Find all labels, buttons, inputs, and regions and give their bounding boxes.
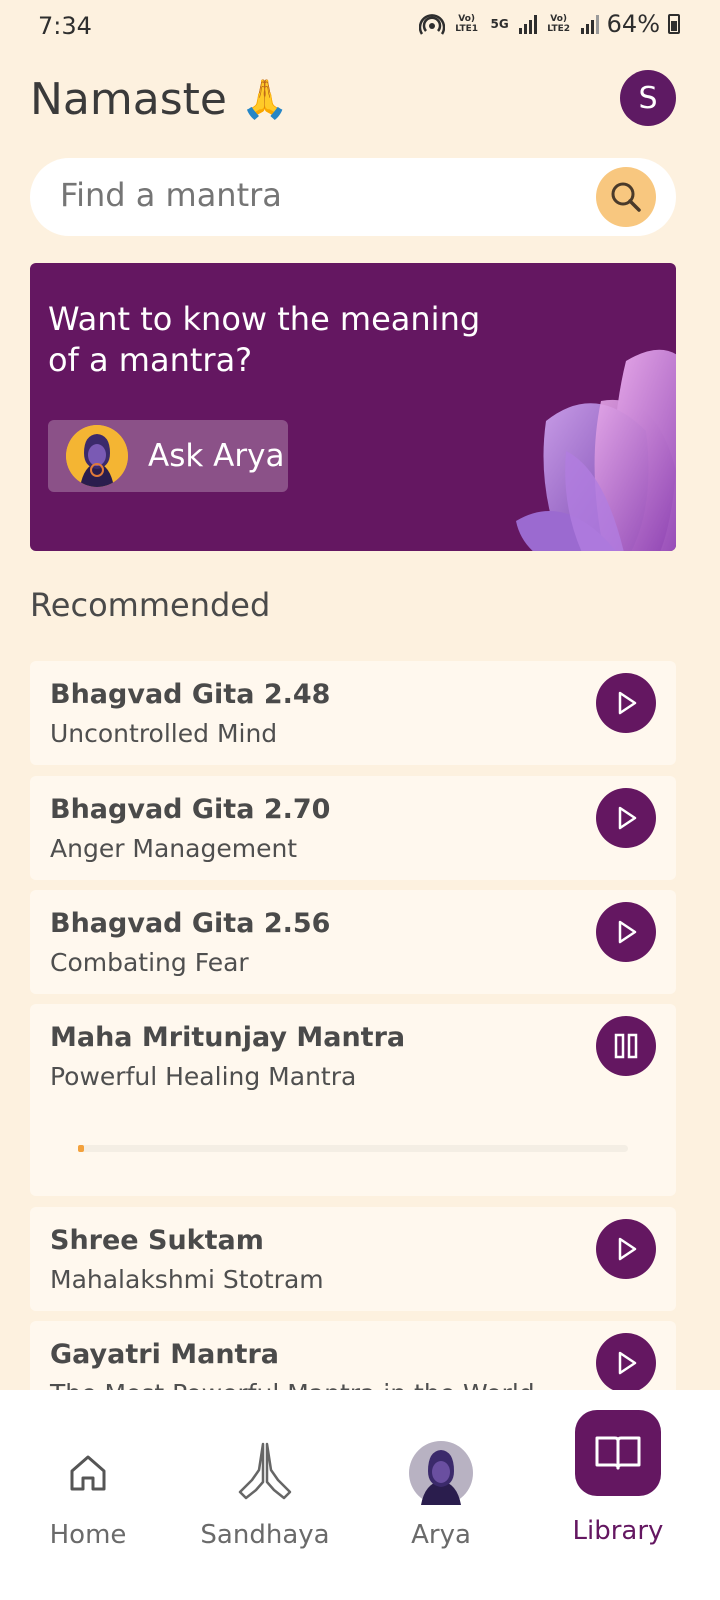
home-icon (70, 1455, 106, 1491)
arya-avatar (409, 1441, 473, 1505)
ask-arya-button[interactable]: Ask Arya (48, 420, 288, 492)
lotus-illustration (516, 349, 676, 551)
bottom-navigation: Home Sandhaya Arya Library (0, 1390, 720, 1600)
nav-label-arya: Arya (411, 1520, 471, 1550)
status-icons: Vo) LTE1 5G Vo) LTE2 64% (418, 10, 680, 38)
play-icon (618, 806, 637, 830)
banner-text: Want to know the meaning of a mantra? (48, 300, 481, 379)
list-item-now-playing[interactable]: Maha Mritunjay Mantra Powerful Healing M… (30, 1004, 676, 1196)
nav-label-sandhaya: Sandhaya (200, 1520, 330, 1550)
list-item[interactable]: Shree Suktam Mahalakshmi Stotram (30, 1207, 676, 1311)
arya-avatar-icon (66, 425, 128, 487)
play-button[interactable] (596, 902, 656, 962)
mantra-subtitle: Powerful Healing Mantra (50, 1062, 357, 1091)
praying-hands-icon (238, 1442, 292, 1500)
battery-icon (668, 14, 680, 34)
greeting-text: Namaste (30, 74, 227, 125)
play-button[interactable] (596, 1219, 656, 1279)
nav-label-library: Library (572, 1516, 664, 1546)
nav-active-indicator (575, 1410, 661, 1496)
mantra-subtitle: Combating Fear (50, 948, 249, 977)
signal-icon (580, 14, 599, 34)
list-item[interactable]: Bhagvad Gita 2.56 Combating Fear (30, 890, 676, 994)
volte-lte1-indicator: Vo) LTE1 (455, 14, 479, 34)
mantra-title: Bhagvad Gita 2.48 (50, 679, 331, 710)
mantra-subtitle: Mahalakshmi Stotram (50, 1265, 324, 1294)
book-icon (595, 1436, 641, 1470)
nav-item-arya[interactable]: Arya (361, 1390, 521, 1600)
mantra-title: Shree Suktam (50, 1225, 264, 1256)
status-bar: 7:34 Vo) LTE1 5G Vo) LTE2 64% (0, 0, 720, 52)
hotspot-icon (418, 14, 445, 35)
playback-progress-fill (78, 1145, 84, 1152)
ask-arya-label: Ask Arya (148, 438, 285, 474)
play-button[interactable] (596, 1333, 656, 1393)
search-button[interactable] (596, 167, 656, 227)
signal-icon (518, 14, 537, 34)
play-icon (618, 1351, 637, 1375)
play-button[interactable] (596, 788, 656, 848)
search-bar (30, 158, 676, 236)
profile-avatar[interactable]: S (620, 70, 676, 126)
play-icon (618, 1237, 637, 1261)
list-item[interactable]: Bhagvad Gita 2.70 Anger Management (30, 776, 676, 880)
pause-icon (614, 1033, 638, 1059)
5g-indicator: 5G (490, 17, 509, 31)
section-title-recommended: Recommended (30, 586, 271, 624)
play-button[interactable] (596, 673, 656, 733)
mantra-title: Gayatri Mantra (50, 1339, 279, 1370)
mantra-subtitle: Anger Management (50, 834, 298, 863)
mantra-title: Bhagvad Gita 2.70 (50, 794, 331, 825)
playback-progress-bar[interactable] (78, 1145, 628, 1152)
nav-item-library[interactable]: Library (538, 1390, 698, 1600)
nav-label-home: Home (49, 1520, 127, 1550)
praying-hands-emoji: 🙏 (240, 77, 289, 121)
search-input[interactable] (60, 176, 580, 214)
avatar-initial: S (638, 80, 658, 116)
status-time: 7:34 (38, 12, 92, 40)
mantra-subtitle: Uncontrolled Mind (50, 719, 278, 748)
volte-lte2-indicator: Vo) LTE2 (547, 14, 571, 34)
page-title: Namaste 🙏 (30, 74, 288, 125)
play-icon (618, 691, 637, 715)
nav-item-home[interactable]: Home (8, 1390, 168, 1600)
mantra-title: Bhagvad Gita 2.56 (50, 908, 331, 939)
nav-item-sandhaya[interactable]: Sandhaya (185, 1390, 345, 1600)
battery-percent: 64% (606, 10, 660, 38)
ask-arya-banner[interactable]: Want to know the meaning of a mantra? As… (30, 263, 676, 551)
search-icon (611, 182, 641, 212)
mantra-title: Maha Mritunjay Mantra (50, 1022, 406, 1053)
play-icon (618, 920, 637, 944)
list-item[interactable]: Bhagvad Gita 2.48 Uncontrolled Mind (30, 661, 676, 765)
pause-button[interactable] (596, 1016, 656, 1076)
